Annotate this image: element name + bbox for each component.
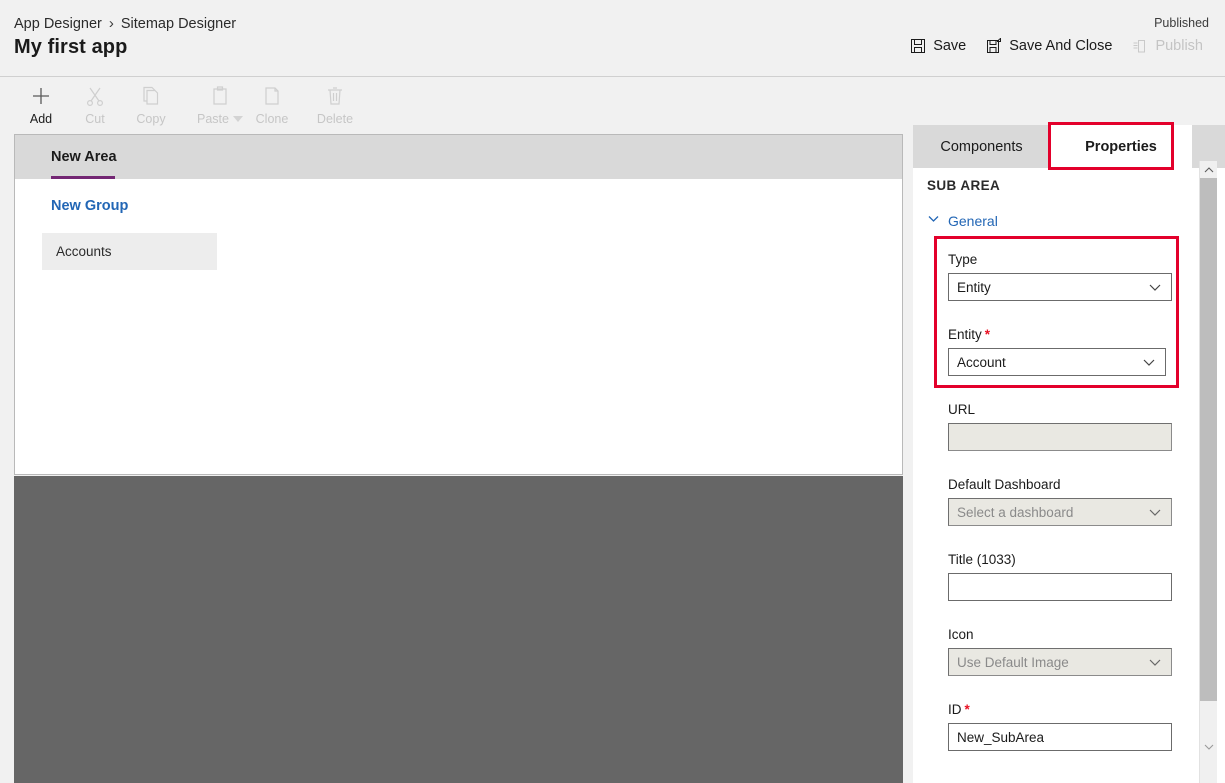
copy-button-label: Copy [136, 112, 166, 126]
header-actions: Save Save And Close Publish [900, 34, 1213, 58]
panel-tabs: Components Properties [913, 125, 1225, 168]
delete-button-label: Delete [316, 112, 354, 126]
area-tab-active-underline [51, 176, 115, 179]
default-dashboard-dropdown-value: Select a dashboard [957, 504, 1074, 520]
icon-dropdown: Use Default Image [948, 648, 1172, 676]
chevron-down-icon [1147, 279, 1163, 295]
subarea-item-accounts[interactable]: Accounts [42, 233, 217, 270]
clone-icon [261, 83, 283, 109]
field-entity: Entity * Account [948, 327, 1166, 376]
required-asterisk-icon: * [984, 327, 991, 342]
field-icon: Icon Use Default Image [948, 627, 1172, 676]
publish-button-label: Publish [1155, 38, 1203, 54]
entity-dropdown-value: Account [957, 354, 1006, 370]
id-input-value: New_SubArea [957, 729, 1045, 745]
field-icon-label: Icon [948, 627, 974, 642]
panel-heading-sub-area: SUB AREA [927, 178, 1001, 193]
field-type: Type Entity [948, 252, 1172, 301]
paste-button-label: Paste [197, 112, 243, 126]
title-input[interactable] [948, 573, 1172, 601]
save-button[interactable]: Save [900, 34, 976, 58]
section-general-label: General [948, 213, 998, 229]
clone-button: Clone [244, 83, 300, 129]
field-id: ID * New_SubArea [948, 702, 1172, 751]
field-url-label: URL [948, 402, 976, 417]
page-title: My first app [14, 36, 128, 58]
field-id-label: ID * [948, 702, 1166, 717]
type-dropdown[interactable]: Entity [948, 273, 1172, 301]
clone-button-label: Clone [255, 112, 289, 126]
chevron-down-icon [1147, 654, 1163, 670]
url-input [948, 423, 1172, 451]
panel-scrollbar[interactable] [1199, 161, 1217, 783]
canvas-overlay-area [14, 476, 903, 783]
tab-properties[interactable]: Properties [1050, 125, 1192, 168]
save-icon [910, 38, 926, 54]
save-button-label: Save [933, 38, 967, 54]
type-dropdown-value: Entity [957, 279, 991, 295]
plus-icon [30, 83, 52, 109]
tab-components-label: Components [940, 138, 1023, 155]
area-tab-new-area[interactable]: New Area [51, 135, 117, 179]
cut-button-label: Cut [85, 112, 105, 126]
scrollbar-thumb[interactable] [1200, 178, 1217, 701]
chevron-down-icon [927, 212, 940, 230]
icon-dropdown-value: Use Default Image [957, 654, 1069, 670]
field-entity-label: Entity * [948, 327, 1166, 342]
breadcrumb-separator-icon: › [108, 15, 114, 32]
field-url: URL [948, 402, 1172, 451]
delete-button: Delete [307, 83, 363, 129]
save-and-close-icon [986, 38, 1002, 54]
chevron-down-icon [1147, 504, 1163, 520]
breadcrumb: App Designer › Sitemap Designer [14, 15, 236, 32]
copy-icon [140, 83, 162, 109]
paste-button-text: Paste [197, 112, 229, 126]
tab-properties-label: Properties [1085, 138, 1157, 155]
field-default-dashboard-label: Default Dashboard [948, 477, 1061, 492]
tab-components[interactable]: Components [913, 125, 1050, 168]
scroll-up-arrow-icon[interactable] [1200, 161, 1217, 178]
breadcrumb-item-app-designer[interactable]: App Designer [14, 16, 102, 32]
breadcrumb-item-sitemap-designer[interactable]: Sitemap Designer [121, 16, 236, 32]
required-asterisk-icon: * [964, 702, 970, 717]
area-tab-bar: New Area [15, 135, 902, 179]
field-title: Title (1033) [948, 552, 1172, 601]
sitemap-canvas: New Area New Group Accounts [14, 134, 903, 475]
add-button-label: Add [29, 112, 53, 126]
field-title-label: Title (1033) [948, 552, 1016, 567]
section-general-toggle[interactable]: General [927, 212, 998, 230]
copy-button: Copy [123, 83, 179, 129]
trash-icon [324, 83, 346, 109]
paste-button: Paste [188, 83, 252, 129]
field-entity-label-text: Entity [948, 327, 982, 342]
add-button[interactable]: Add [13, 83, 69, 129]
save-and-close-button-label: Save And Close [1009, 38, 1113, 54]
publish-icon [1132, 38, 1148, 54]
paste-icon [209, 83, 231, 109]
published-status-label: Published [1154, 16, 1209, 30]
field-id-label-text: ID [948, 702, 962, 717]
publish-button: Publish [1122, 34, 1213, 58]
properties-panel: Components Properties SUB AREA General T… [913, 125, 1225, 783]
entity-dropdown[interactable]: Account [948, 348, 1166, 376]
chevron-down-icon [1141, 354, 1157, 370]
panel-body: SUB AREA General Type Entity Entity* Ac [913, 168, 1205, 783]
field-default-dashboard: Default Dashboard Select a dashboard [948, 477, 1172, 526]
save-and-close-button[interactable]: Save And Close [976, 34, 1122, 58]
group-title-new-group[interactable]: New Group [51, 198, 128, 214]
id-input[interactable]: New_SubArea [948, 723, 1172, 751]
canvas-body: New Group Accounts [15, 179, 902, 270]
page-header: App Designer › Sitemap Designer My first… [0, 0, 1225, 77]
cut-button: Cut [67, 83, 123, 129]
scroll-down-arrow-icon[interactable] [1200, 738, 1217, 755]
default-dashboard-dropdown: Select a dashboard [948, 498, 1172, 526]
field-type-label: Type [948, 252, 978, 267]
chevron-down-icon[interactable] [232, 116, 243, 122]
scissors-icon [84, 83, 106, 109]
area-tab-label: New Area [51, 149, 117, 165]
